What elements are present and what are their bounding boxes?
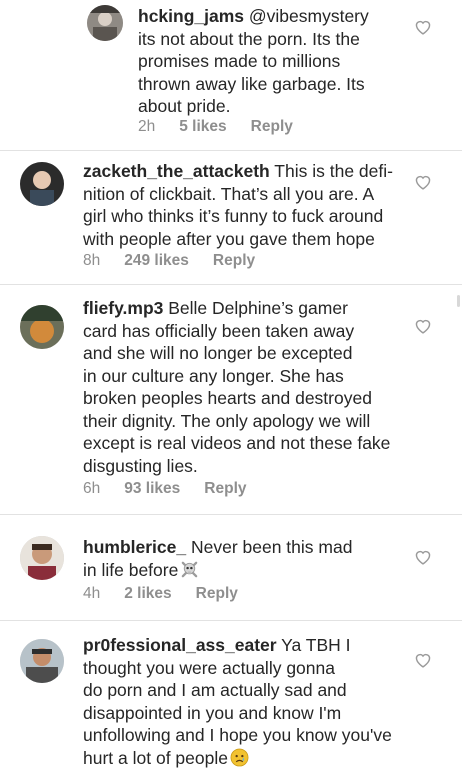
avatar[interactable] xyxy=(20,162,64,206)
avatar[interactable] xyxy=(20,536,64,580)
heart-outline-icon[interactable] xyxy=(414,318,432,334)
comment-meta: 2h 5 likes Reply xyxy=(138,118,293,136)
comment-meta: 6h 93 likes Reply xyxy=(83,480,247,498)
heart-outline-icon[interactable] xyxy=(414,652,432,668)
comment-text: pr0fessional_ass_eater Ya TBH I thought … xyxy=(83,634,428,769)
divider xyxy=(0,150,462,151)
comment-username[interactable]: fliefy.mp3 xyxy=(83,298,163,318)
comment-username[interactable]: pr0fessional_ass_eater xyxy=(83,635,277,655)
comment-time: 6h xyxy=(83,480,101,497)
heart-outline-icon[interactable] xyxy=(414,19,432,35)
likes-count[interactable]: 2 likes xyxy=(124,585,171,603)
scrollbar[interactable] xyxy=(457,295,460,307)
comment-text: humblerice_ Never been this mad in life … xyxy=(83,536,403,581)
reply-button[interactable]: Reply xyxy=(204,480,246,498)
divider xyxy=(0,620,462,621)
comment-time: 2h xyxy=(138,118,156,135)
likes-count[interactable]: 249 likes xyxy=(124,252,189,270)
comment-username[interactable]: hcking_jams xyxy=(138,6,244,26)
comment-username[interactable]: zacketh_the_attacketh xyxy=(83,161,270,181)
likes-count[interactable]: 93 likes xyxy=(124,480,180,498)
likes-count[interactable]: 5 likes xyxy=(179,118,226,136)
heart-outline-icon[interactable] xyxy=(414,174,432,190)
avatar[interactable] xyxy=(20,639,64,683)
skull-and-crossbones-emoji xyxy=(180,560,199,579)
reply-button[interactable]: Reply xyxy=(213,252,255,270)
crying-face-emoji xyxy=(230,748,249,767)
comment-time: 8h xyxy=(83,252,101,269)
divider xyxy=(0,284,462,285)
avatar[interactable] xyxy=(87,5,123,41)
comment-text: hcking_jams @vibesmystery its not about … xyxy=(138,5,458,118)
comment-text: fliefy.mp3 Belle Delphine’s gamer card h… xyxy=(83,297,403,477)
comment-meta: 8h 249 likes Reply xyxy=(83,252,255,270)
comment-meta: 4h 2 likes Reply xyxy=(83,585,238,603)
comment-username[interactable]: humblerice_ xyxy=(83,537,186,557)
comment-time: 4h xyxy=(83,585,101,602)
reply-button[interactable]: Reply xyxy=(196,585,238,603)
comment-body: Belle Delphine’s gamer card has official… xyxy=(83,298,391,476)
heart-outline-icon[interactable] xyxy=(414,549,432,565)
divider xyxy=(0,514,462,515)
reply-button[interactable]: Reply xyxy=(251,118,293,136)
comment-text: zacketh_the_attacketh This is the defi- … xyxy=(83,160,423,250)
avatar[interactable] xyxy=(20,305,64,349)
